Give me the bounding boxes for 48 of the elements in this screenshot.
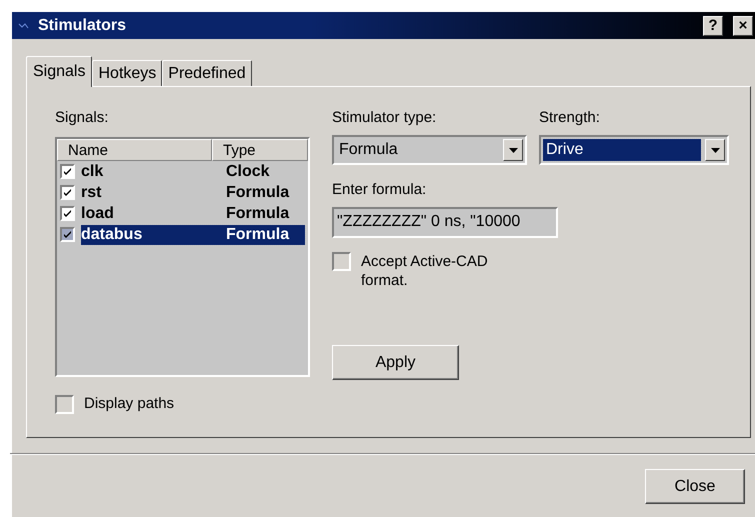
checkmark-icon bbox=[63, 209, 72, 218]
signal-name: databus bbox=[81, 226, 144, 244]
checkbox[interactable] bbox=[60, 227, 75, 242]
stimulator-type-label: Stimulator type: bbox=[332, 109, 438, 126]
signals-label: Signals: bbox=[55, 109, 110, 126]
signal-row[interactable]: rst Formula bbox=[81, 182, 305, 202]
checkbox[interactable] bbox=[332, 252, 351, 271]
strength-dropdown[interactable]: Drive bbox=[539, 135, 729, 165]
signal-name: clk bbox=[81, 162, 104, 180]
checkmark-icon bbox=[63, 230, 72, 239]
signal-name: rst bbox=[81, 184, 102, 202]
checkmark-icon bbox=[63, 167, 72, 176]
dropdown-value: Drive bbox=[543, 139, 701, 161]
signal-type: Clock bbox=[226, 162, 270, 180]
checkbox[interactable] bbox=[60, 185, 75, 200]
caret-icon bbox=[710, 148, 720, 152]
signal-row[interactable]: databus Formula bbox=[81, 224, 305, 244]
app-icon bbox=[18, 20, 30, 30]
dropdown-value: Formula bbox=[338, 140, 399, 160]
tab[interactable]: Signals bbox=[26, 56, 92, 87]
checkbox-label: Display paths bbox=[84, 395, 174, 412]
formula-label: Enter formula: bbox=[332, 181, 428, 198]
checkbox[interactable] bbox=[60, 164, 75, 179]
signal-type: Formula bbox=[226, 184, 290, 202]
checkmark-icon bbox=[63, 188, 72, 197]
dropdown-arrow-button[interactable] bbox=[705, 139, 725, 161]
caret-icon bbox=[508, 148, 518, 152]
column-header[interactable]: Type bbox=[212, 139, 308, 161]
column-header[interactable]: Name bbox=[57, 139, 212, 161]
signal-name: load bbox=[81, 204, 115, 222]
tab[interactable]: Hotkeys bbox=[92, 60, 162, 86]
checkbox[interactable] bbox=[55, 395, 74, 414]
help-button[interactable]: ? bbox=[703, 16, 723, 36]
signal-type: Formula bbox=[226, 226, 290, 244]
signal-type: Formula bbox=[226, 204, 290, 222]
close-button[interactable]: × bbox=[733, 16, 753, 36]
stimulator-type-dropdown[interactable]: Formula bbox=[332, 135, 527, 165]
close-button[interactable]: Close bbox=[645, 469, 745, 504]
signal-row[interactable]: clk Clock bbox=[81, 162, 305, 182]
window-title: Stimulators bbox=[38, 16, 128, 34]
checkbox[interactable] bbox=[60, 206, 75, 221]
tab[interactable]: Predefined bbox=[162, 60, 252, 86]
formula-field[interactable]: "ZZZZZZZZ" 0 ns, "10000 bbox=[332, 207, 558, 238]
strength-label: Strength: bbox=[539, 109, 601, 126]
dropdown-arrow-button[interactable] bbox=[503, 139, 523, 161]
checkbox-label: Accept Active-CAD format. bbox=[361, 252, 489, 290]
apply-button[interactable]: Apply bbox=[332, 345, 459, 380]
signal-row[interactable]: load Formula bbox=[81, 204, 305, 224]
